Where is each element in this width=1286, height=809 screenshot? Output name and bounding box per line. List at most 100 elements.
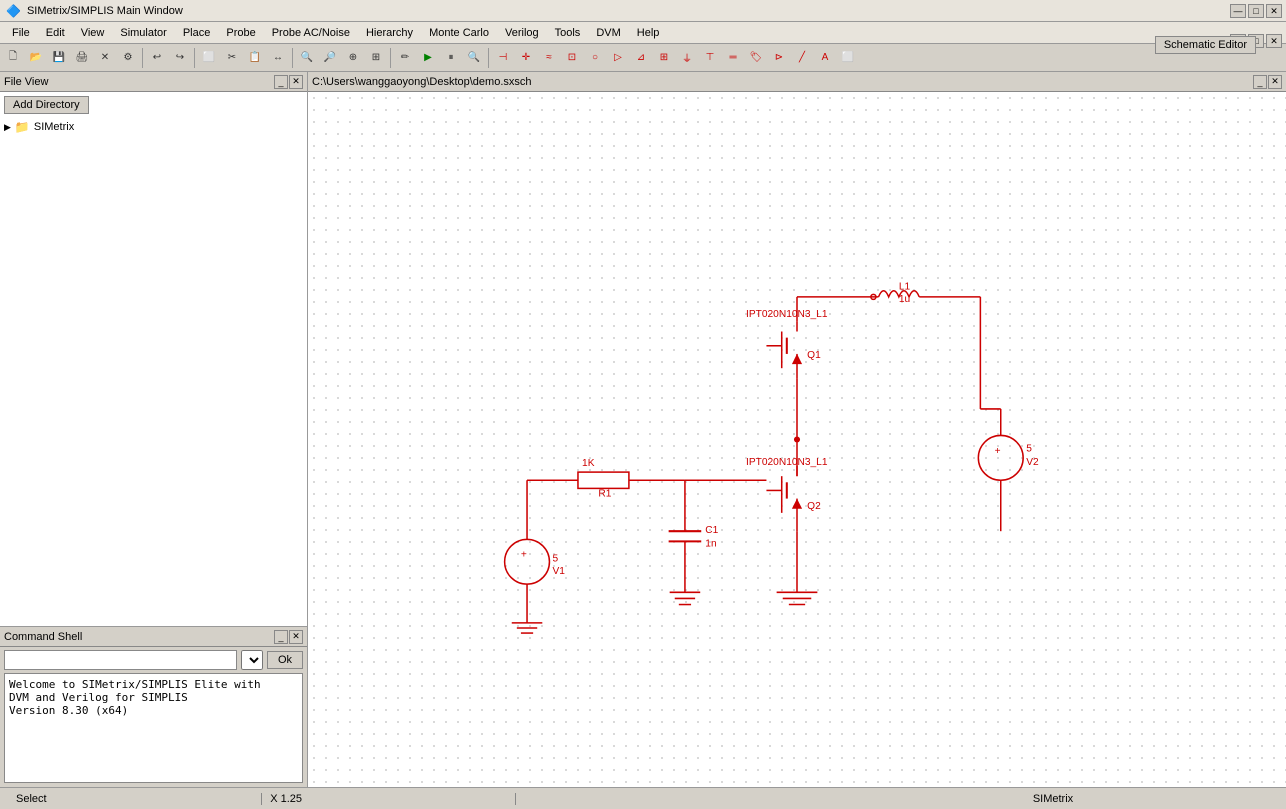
menubar: File Edit View Simulator Place Probe Pro… xyxy=(0,22,1286,44)
schematic-header: C:\Users\wanggaoyong\Desktop\demo.sxsch … xyxy=(308,72,1286,92)
add-directory-button[interactable]: Add Directory xyxy=(4,96,89,114)
command-dropdown[interactable] xyxy=(241,650,263,670)
toolbar-zoom-fit[interactable]: ⊕ xyxy=(342,47,364,69)
toolbar-zoom-area[interactable]: ⊞ xyxy=(365,47,387,69)
left-panel: File View _ ✕ Add Directory ▶ 📁 SIMetrix… xyxy=(0,72,308,787)
file-view-title: File View xyxy=(4,76,48,88)
tree-item-simetrix[interactable]: ▶ 📁 SIMetrix xyxy=(0,118,307,136)
svg-text:V2: V2 xyxy=(1026,457,1039,468)
svg-text:Q2: Q2 xyxy=(807,501,821,512)
file-view: File View _ ✕ Add Directory ▶ 📁 SIMetrix xyxy=(0,72,307,627)
toolbar-inductor[interactable]: ≈ xyxy=(538,47,560,69)
schematic-canvas[interactable]: + 5 V1 1K R1 xyxy=(308,92,1286,787)
menu-edit[interactable]: Edit xyxy=(38,25,73,41)
toolbar-zoom-out[interactable]: 🔎 xyxy=(319,47,341,69)
toolbar-divider-2 xyxy=(194,48,195,68)
toolbar-pencil[interactable]: ✏ xyxy=(394,47,416,69)
statusbar: Select X 1.25 SIMetrix xyxy=(0,787,1286,809)
toolbar-copy[interactable]: ⬜ xyxy=(198,47,220,69)
tree-label-simetrix: SIMetrix xyxy=(34,121,74,133)
toolbar-undo[interactable]: ↩ xyxy=(146,47,168,69)
toolbar-port[interactable]: ⊳ xyxy=(768,47,790,69)
toolbar-mosfet[interactable]: ⊞ xyxy=(653,47,675,69)
toolbar-image[interactable]: ⬜ xyxy=(837,47,859,69)
svg-text:IPT020N10N3_L1: IPT020N10N3_L1 xyxy=(746,309,828,320)
status-brand: SIMetrix xyxy=(1025,793,1278,805)
menu-help[interactable]: Help xyxy=(629,25,668,41)
menu-monte-carlo[interactable]: Monte Carlo xyxy=(421,25,497,41)
toolbar-bus[interactable]: ═ xyxy=(722,47,744,69)
minimize-button[interactable]: — xyxy=(1230,4,1246,18)
toolbar-ground[interactable]: ⏚ xyxy=(676,47,698,69)
toolbar-diode[interactable]: ▷ xyxy=(607,47,629,69)
toolbar-divider-4 xyxy=(390,48,391,68)
toolbar-zoom-in[interactable]: 🔍 xyxy=(296,47,318,69)
command-shell-close[interactable]: ✕ xyxy=(289,630,303,644)
svg-text:IPT020N10N3_L1: IPT020N10N3_L1 xyxy=(746,457,828,468)
toolbar-cut[interactable]: ✂ xyxy=(221,47,243,69)
toolbar-net-label[interactable]: 🏷 xyxy=(745,47,767,69)
toolbar-pause[interactable]: ⏸ xyxy=(440,47,462,69)
schematic-close[interactable]: ✕ xyxy=(1268,75,1282,89)
schematic-collapse[interactable]: _ xyxy=(1253,75,1267,89)
menu-tools[interactable]: Tools xyxy=(547,25,589,41)
toolbar-wire[interactable]: ⊣ xyxy=(492,47,514,69)
toolbar-mirror-x[interactable]: ↔ xyxy=(267,47,289,69)
toolbar-print[interactable]: 🖨 xyxy=(71,47,93,69)
toolbar-line[interactable]: ╱ xyxy=(791,47,813,69)
toolbar-new[interactable]: 🗋 xyxy=(2,47,24,69)
menu-hierarchy[interactable]: Hierarchy xyxy=(358,25,421,41)
toolbar-text[interactable]: A xyxy=(814,47,836,69)
command-ok-button[interactable]: Ok xyxy=(267,651,303,669)
menu-file[interactable]: File xyxy=(4,25,38,41)
svg-text:C1: C1 xyxy=(705,525,718,536)
toolbar-resistor[interactable]: ⊡ xyxy=(561,47,583,69)
toolbar-capacitor[interactable]: ○ xyxy=(584,47,606,69)
main-layout: File View _ ✕ Add Directory ▶ 📁 SIMetrix… xyxy=(0,72,1286,787)
command-input[interactable] xyxy=(4,650,237,670)
title-icon: 🔷 xyxy=(6,4,21,18)
folder-icon: 📁 xyxy=(15,120,30,134)
maximize-button[interactable]: □ xyxy=(1248,4,1264,18)
svg-text:V1: V1 xyxy=(553,566,566,577)
circuit-diagram: + 5 V1 1K R1 xyxy=(308,92,1286,787)
file-view-header: File View _ ✕ xyxy=(0,72,307,92)
menu-view[interactable]: View xyxy=(73,25,113,41)
toolbar-probe[interactable]: 🔍 xyxy=(463,47,485,69)
toolbar-vcc[interactable]: ⊤ xyxy=(699,47,721,69)
toolbar-properties[interactable]: ⚙ xyxy=(117,47,139,69)
svg-text:L1: L1 xyxy=(899,282,911,293)
toolbar-junction[interactable]: ✛ xyxy=(515,47,537,69)
file-view-content: Add Directory ▶ 📁 SIMetrix xyxy=(0,92,307,626)
file-view-collapse[interactable]: _ xyxy=(274,75,288,89)
command-shell: Command Shell _ ✕ Ok Welcome to SIMetrix… xyxy=(0,627,307,787)
tree-arrow: ▶ xyxy=(4,122,11,133)
menu-probe[interactable]: Probe xyxy=(218,25,263,41)
toolbar-save[interactable]: 💾 xyxy=(48,47,70,69)
toolbar-redo[interactable]: ↪ xyxy=(169,47,191,69)
command-shell-collapse[interactable]: _ xyxy=(274,630,288,644)
svg-text:5: 5 xyxy=(553,554,559,565)
svg-text:R1: R1 xyxy=(598,489,611,500)
toolbar-paste[interactable]: 📋 xyxy=(244,47,266,69)
schematic-close-btn[interactable]: ✕ xyxy=(1266,34,1282,48)
close-button[interactable]: ✕ xyxy=(1266,4,1282,18)
app-title: SIMetrix/SIMPLIS Main Window xyxy=(27,5,183,17)
toolbar-divider-1 xyxy=(142,48,143,68)
toolbar-run[interactable]: ▶ xyxy=(417,47,439,69)
menu-probe-ac-noise[interactable]: Probe AC/Noise xyxy=(264,25,358,41)
schematic-editor-badge: Schematic Editor xyxy=(1155,36,1256,54)
menu-dvm[interactable]: DVM xyxy=(588,25,628,41)
toolbar-close[interactable]: ✕ xyxy=(94,47,116,69)
toolbar-open[interactable]: 📂 xyxy=(25,47,47,69)
command-shell-header: Command Shell _ ✕ xyxy=(0,627,307,647)
menu-place[interactable]: Place xyxy=(175,25,219,41)
toolbar-bjt[interactable]: ⊿ xyxy=(630,47,652,69)
file-view-close[interactable]: ✕ xyxy=(289,75,303,89)
menu-simulator[interactable]: Simulator xyxy=(112,25,174,41)
toolbar: 🗋 📂 💾 🖨 ✕ ⚙ ↩ ↪ ⬜ ✂ 📋 ↔ 🔍 🔎 ⊕ ⊞ ✏ ▶ ⏸ 🔍 … xyxy=(0,44,1286,72)
toolbar-divider-5 xyxy=(488,48,489,68)
command-output: Welcome to SIMetrix/SIMPLIS Elite with D… xyxy=(4,673,303,783)
menu-verilog[interactable]: Verilog xyxy=(497,25,547,41)
svg-text:+: + xyxy=(995,446,1001,457)
